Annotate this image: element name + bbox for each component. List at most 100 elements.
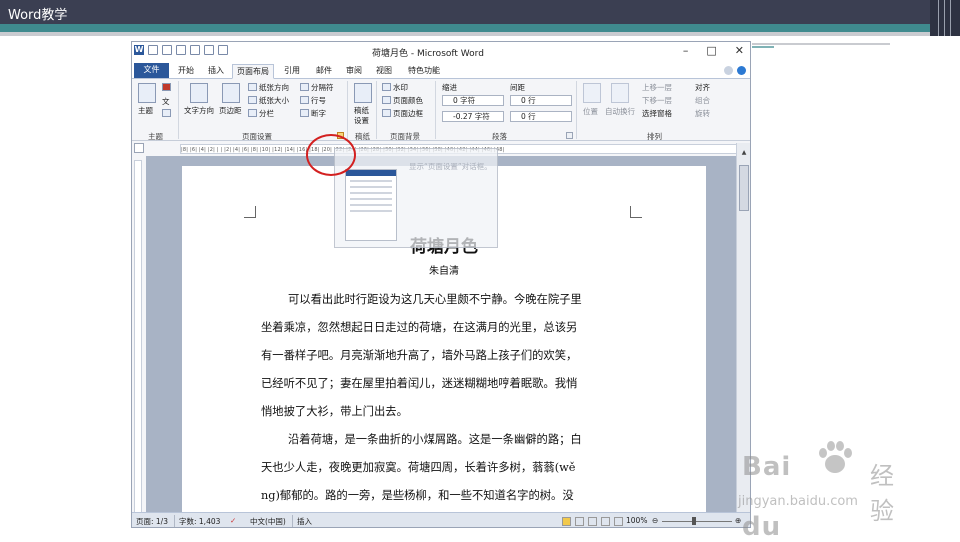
status-language[interactable]: 中文(中国) (250, 516, 286, 527)
margins-icon[interactable] (222, 83, 240, 103)
slide-header-bar: Word教学 (0, 0, 960, 24)
text-line: 坐着乘凉，忽然想起日日走过的荷塘，在这满月的光里，总该另 (261, 321, 578, 334)
theme-colors-icon[interactable] (162, 83, 171, 91)
print-layout-view-icon[interactable] (562, 517, 571, 526)
page-setup-tooltip: 显示“页面设置”对话框。 (334, 148, 498, 248)
hyphenation-button[interactable]: 断字 (311, 108, 326, 119)
tab-page-layout[interactable]: 页面布局 (232, 64, 274, 79)
spacing-before-input[interactable]: 0 行 (510, 95, 572, 106)
help-icon[interactable] (737, 66, 746, 75)
minimize-ribbon-icon[interactable] (724, 66, 733, 75)
status-separator (174, 515, 175, 527)
group-label-themes: 主题 (148, 132, 163, 141)
ribbon-page-layout: 主题 文 主题 文字方向 页边距 纸张方向 纸张大小 分栏 分隔符 行号 断字 … (132, 79, 750, 141)
tab-review[interactable]: 审阅 (342, 64, 366, 79)
tab-bar-right (724, 66, 746, 75)
tab-insert[interactable]: 插入 (204, 64, 228, 79)
selection-pane-button[interactable]: 选择窗格 (642, 108, 672, 119)
text-line: 沿着荷塘，是一条曲折的小煤屑路。这是一条幽僻的路；白 (288, 433, 582, 446)
group-separator (435, 81, 436, 139)
status-insert-mode[interactable]: 插入 (297, 516, 312, 527)
theme-effects-icon[interactable] (162, 109, 171, 117)
slide-accent-bar (0, 24, 930, 32)
position-button[interactable]: 位置 (583, 106, 598, 117)
group-label-page-setup: 页面设置 (242, 132, 272, 141)
word-window: W 荷塘月色 - Microsoft Word – □ ✕ 文件 开始 插入 页… (131, 41, 751, 528)
vertical-ruler[interactable] (134, 160, 142, 522)
size-button[interactable]: 纸张大小 (259, 95, 289, 106)
group-button[interactable]: 组合 (695, 95, 710, 106)
orientation-button[interactable]: 纸张方向 (259, 82, 289, 93)
quick-access-toolbar: W (134, 45, 228, 55)
draft-paper-icon[interactable] (354, 83, 372, 103)
tab-file[interactable]: 文件 (134, 63, 169, 78)
text-direction-icon[interactable] (190, 83, 208, 103)
page-color-button[interactable]: 页面颜色 (393, 95, 423, 106)
spacing-after-input[interactable]: 0 行 (510, 111, 572, 122)
crop-mark (630, 206, 642, 218)
send-backward-button[interactable]: 下移一层 (642, 95, 672, 106)
ruler-tab-selector[interactable] (134, 143, 144, 153)
status-word-count[interactable]: 字数: 1,403 (179, 516, 220, 527)
format-painter-icon[interactable] (176, 45, 186, 55)
themes-icon[interactable] (138, 83, 156, 103)
redo-icon[interactable] (190, 45, 200, 55)
align-button[interactable]: 对齐 (695, 82, 710, 93)
paw-icon (819, 441, 852, 473)
maximize-button[interactable]: □ (706, 44, 716, 57)
draft-view-icon[interactable] (614, 517, 623, 526)
full-screen-view-icon[interactable] (575, 517, 584, 526)
rotate-button[interactable]: 旋转 (695, 108, 710, 119)
zoom-out-icon[interactable]: ⊖ (652, 516, 658, 525)
status-page[interactable]: 页面: 1/3 (136, 516, 168, 527)
slide-right-accent (752, 46, 774, 48)
print-preview-icon[interactable] (204, 45, 214, 55)
scrollbar-thumb[interactable] (739, 165, 749, 211)
word-logo-icon[interactable]: W (134, 45, 144, 55)
tooltip-dialog-preview (345, 169, 397, 241)
proofing-icon[interactable]: ✓ (230, 516, 236, 525)
text-direction-button[interactable]: 文字方向 (184, 105, 214, 116)
tab-view[interactable]: 视图 (372, 64, 396, 79)
breaks-icon (300, 83, 309, 91)
tab-home[interactable]: 开始 (174, 64, 198, 79)
zoom-slider[interactable] (662, 521, 732, 522)
group-label-paragraph: 段落 (492, 132, 507, 141)
slide-right-line (752, 43, 890, 45)
indent-title: 缩进 (442, 83, 457, 92)
customize-qat-icon[interactable] (218, 45, 228, 55)
minimize-button[interactable]: – (683, 44, 689, 57)
columns-icon (248, 109, 257, 117)
outline-view-icon[interactable] (601, 517, 610, 526)
status-zoom[interactable]: 100% (626, 516, 647, 525)
save-icon[interactable] (148, 45, 158, 55)
watermark-url: jingyan.baidu.com (738, 494, 858, 509)
columns-button[interactable]: 分栏 (259, 108, 274, 119)
watermark-button[interactable]: 水印 (393, 82, 408, 93)
undo-icon[interactable] (162, 45, 172, 55)
web-view-icon[interactable] (588, 517, 597, 526)
paragraph-dialog-launcher-icon[interactable] (566, 132, 573, 139)
tab-mailings[interactable]: 邮件 (312, 64, 336, 79)
wrap-text-button[interactable]: 自动换行 (605, 106, 635, 117)
indent-right-input[interactable]: -0.27 字符 (442, 111, 504, 122)
close-button[interactable]: ✕ (735, 44, 744, 57)
scroll-up-icon[interactable]: ▲ (739, 149, 749, 157)
text-line: 悄地披了大衫，带上门出去。 (261, 405, 408, 418)
breaks-button[interactable]: 分隔符 (311, 82, 334, 93)
tab-features[interactable]: 特色功能 (404, 64, 444, 79)
indent-left-input[interactable]: 0 字符 (442, 95, 504, 106)
zoom-in-icon[interactable]: ⊕ (735, 516, 741, 525)
text-line: 可以看出此时行距设为这几天心里颇不宁静。今晚在院子里 (288, 293, 582, 306)
page-borders-button[interactable]: 页面边框 (393, 108, 423, 119)
draft-paper-settings[interactable]: 设置 (354, 115, 369, 126)
theme-fonts-button[interactable]: 文 (162, 96, 170, 107)
line-numbers-button[interactable]: 行号 (311, 95, 326, 106)
ribbon-tabs: 文件 开始 插入 页面布局 引用 邮件 审阅 视图 特色功能 (132, 62, 750, 79)
tab-references[interactable]: 引用 (280, 64, 304, 79)
bring-forward-button[interactable]: 上移一层 (642, 82, 672, 93)
orientation-icon (248, 83, 257, 91)
themes-button[interactable]: 主题 (138, 105, 153, 116)
zoom-slider-handle[interactable] (692, 517, 696, 525)
margins-button[interactable]: 页边距 (219, 105, 242, 116)
